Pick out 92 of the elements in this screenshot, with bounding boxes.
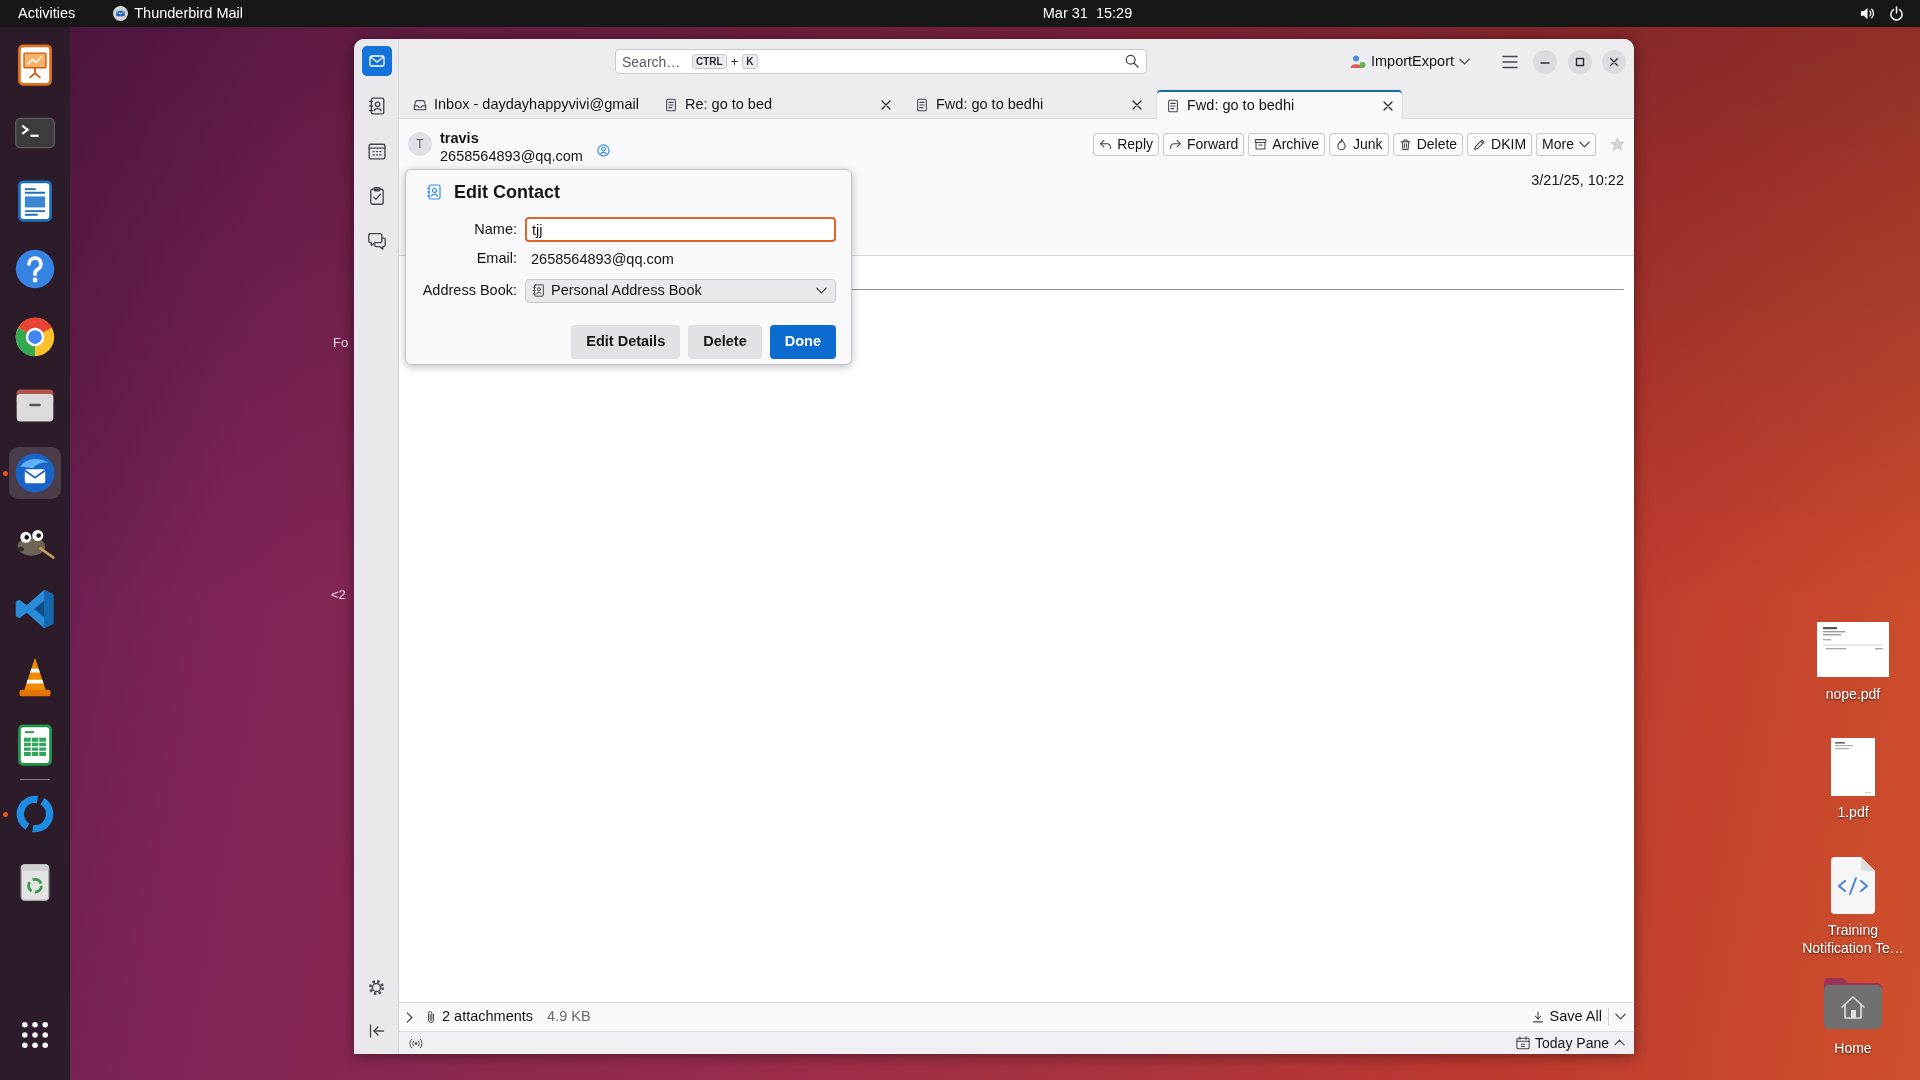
address-book-icon[interactable]: [367, 97, 386, 115]
email-value: 2658564893@qq.com: [530, 249, 675, 269]
delete-button[interactable]: Delete: [688, 324, 762, 359]
forward-button[interactable]: Forward: [1163, 133, 1245, 156]
envelope-icon[interactable]: [361, 46, 392, 76]
reply-button[interactable]: Reply: [1093, 133, 1159, 156]
chevron-right-icon[interactable]: [406, 1011, 414, 1023]
reply-icon: [1099, 138, 1113, 151]
calendar-icon[interactable]: [367, 142, 386, 160]
partial-label: <2: [331, 587, 346, 603]
field-label: Name:: [473, 219, 517, 239]
inbox-tray-icon: [413, 97, 427, 112]
delete-button[interactable]: Delete: [1392, 133, 1464, 156]
star-icon[interactable]: [1610, 137, 1625, 152]
pen-icon: [1473, 138, 1487, 151]
envelope-disc-icon: [113, 6, 129, 21]
attachment-count[interactable]: 2 attachments: [442, 1006, 534, 1028]
junk-button[interactable]: Junk: [1329, 133, 1389, 156]
power-icon[interactable]: [1889, 6, 1904, 21]
field-label: Email:: [475, 249, 517, 268]
flame-icon: [1335, 138, 1349, 151]
app-menu-button[interactable]: Thunderbird Mail: [113, 2, 244, 25]
sender-avatar: T: [408, 132, 432, 156]
address-book-select[interactable]: Personal Address Book: [525, 278, 836, 303]
today-pane-button[interactable]: Today Pane: [1514, 1032, 1627, 1054]
message-date: 3/21/25, 10:22: [1531, 171, 1625, 189]
trash-icon: [1398, 138, 1412, 151]
document-thumbnail-icon[interactable]: [1817, 621, 1889, 677]
chevron-down-icon[interactable]: [1615, 1013, 1626, 1021]
more-button[interactable]: More: [1536, 133, 1596, 156]
contact-card-icon[interactable]: [596, 144, 610, 157]
clock[interactable]: Mar 31 15:29: [1042, 2, 1133, 25]
caret-icon: [816, 286, 827, 295]
save-all-button[interactable]: Save All: [1527, 1006, 1606, 1028]
speech-bubbles-icon[interactable]: [367, 232, 386, 250]
forward-icon: [1169, 138, 1182, 151]
close-icon[interactable]: [881, 99, 891, 110]
partial-label: Fo: [333, 335, 349, 351]
home-folder-icon[interactable]: [1824, 977, 1882, 1029]
done-button[interactable]: Done: [769, 324, 836, 359]
document-icon: [664, 97, 678, 112]
account-button[interactable]: ImportExport: [1346, 48, 1474, 75]
wireless-signal-icon[interactable]: [409, 1037, 423, 1049]
help-icon[interactable]: [13, 247, 57, 291]
file-name-label: 1.pdf: [1836, 803, 1870, 821]
download-icon: [1531, 1011, 1544, 1023]
dots-grid-icon[interactable]: [22, 1022, 48, 1048]
document-icon: [1166, 98, 1180, 113]
tricolor-circle-icon[interactable]: [13, 315, 57, 359]
archive-button[interactable]: Archive: [1248, 133, 1326, 156]
code-file-icon[interactable]: [1831, 856, 1875, 914]
sender-email[interactable]: 2658564893@qq.com: [440, 147, 583, 165]
close-icon[interactable]: [1132, 99, 1142, 110]
search-icon[interactable]: [1125, 54, 1139, 68]
clipboard-check-icon[interactable]: [367, 187, 386, 205]
collapse-icon[interactable]: [368, 1023, 385, 1039]
people-icon: [1350, 53, 1366, 70]
field-label: Address Book:: [421, 280, 517, 300]
file-name-label: nope.pdf: [1824, 685, 1882, 703]
maximize-icon[interactable]: [1568, 49, 1592, 74]
document-thumbnail-icon[interactable]: [1831, 738, 1875, 796]
dkim-button[interactable]: DKIM: [1467, 133, 1533, 156]
attachment-size: 4.9 KB: [547, 1007, 591, 1027]
settings-icon[interactable]: [368, 978, 385, 996]
tab[interactable]: Fwd: go to bedhi: [906, 90, 1151, 119]
address-book-icon: [532, 284, 545, 298]
minimize-icon[interactable]: [1533, 49, 1557, 74]
keyboard-key: CTRL: [692, 54, 727, 69]
document-icon: [915, 97, 929, 112]
caret-icon: [1459, 57, 1470, 66]
edit-details-button[interactable]: Edit Details: [571, 324, 681, 359]
caret-icon: [1579, 140, 1590, 149]
activities-button[interactable]: Activities: [18, 2, 76, 25]
chevron-up-icon: [1614, 1039, 1625, 1047]
tab[interactable]: Re: go to bed: [655, 90, 900, 119]
close-icon[interactable]: [1602, 49, 1626, 74]
archive-box-icon: [1254, 138, 1268, 151]
menu-icon[interactable]: [1502, 54, 1518, 69]
file-name-label: Training Notification Te…: [1801, 921, 1905, 957]
popup-title: Edit Contact: [454, 182, 560, 202]
tab[interactable]: Inbox - daydayhappyvivi@gmail: [404, 90, 649, 119]
name-field[interactable]: tjj: [525, 217, 836, 242]
tab[interactable]: Fwd: go to bedhi: [1157, 90, 1402, 119]
file-name-label: Home: [1833, 1039, 1873, 1057]
speaker-icon[interactable]: [1860, 6, 1875, 21]
shortcut-joiner: +: [730, 54, 739, 69]
close-icon[interactable]: [1383, 100, 1393, 111]
keyboard-key: K: [742, 54, 758, 69]
sender-name[interactable]: travis: [440, 129, 583, 147]
calendar-icon: [1516, 1036, 1531, 1050]
address-book-icon: [426, 184, 442, 200]
paperclip-icon: [426, 1010, 436, 1024]
